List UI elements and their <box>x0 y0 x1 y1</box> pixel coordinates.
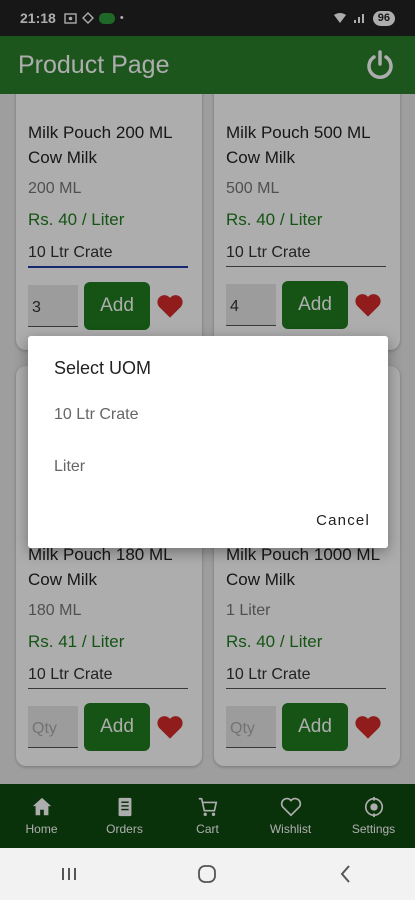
cancel-button[interactable]: Cancel <box>316 512 370 529</box>
select-uom-dialog: Select UOM 10 Ltr Crate Liter Cancel <box>28 336 388 548</box>
system-nav-bar <box>0 848 415 900</box>
recent-apps-icon[interactable] <box>58 863 80 885</box>
uom-option-liter[interactable]: Liter <box>54 458 85 476</box>
back-icon[interactable] <box>335 863 357 885</box>
dialog-title: Select UOM <box>54 358 152 378</box>
home-button-icon[interactable] <box>196 863 218 885</box>
uom-option-10-ltr-crate[interactable]: 10 Ltr Crate <box>54 406 138 424</box>
